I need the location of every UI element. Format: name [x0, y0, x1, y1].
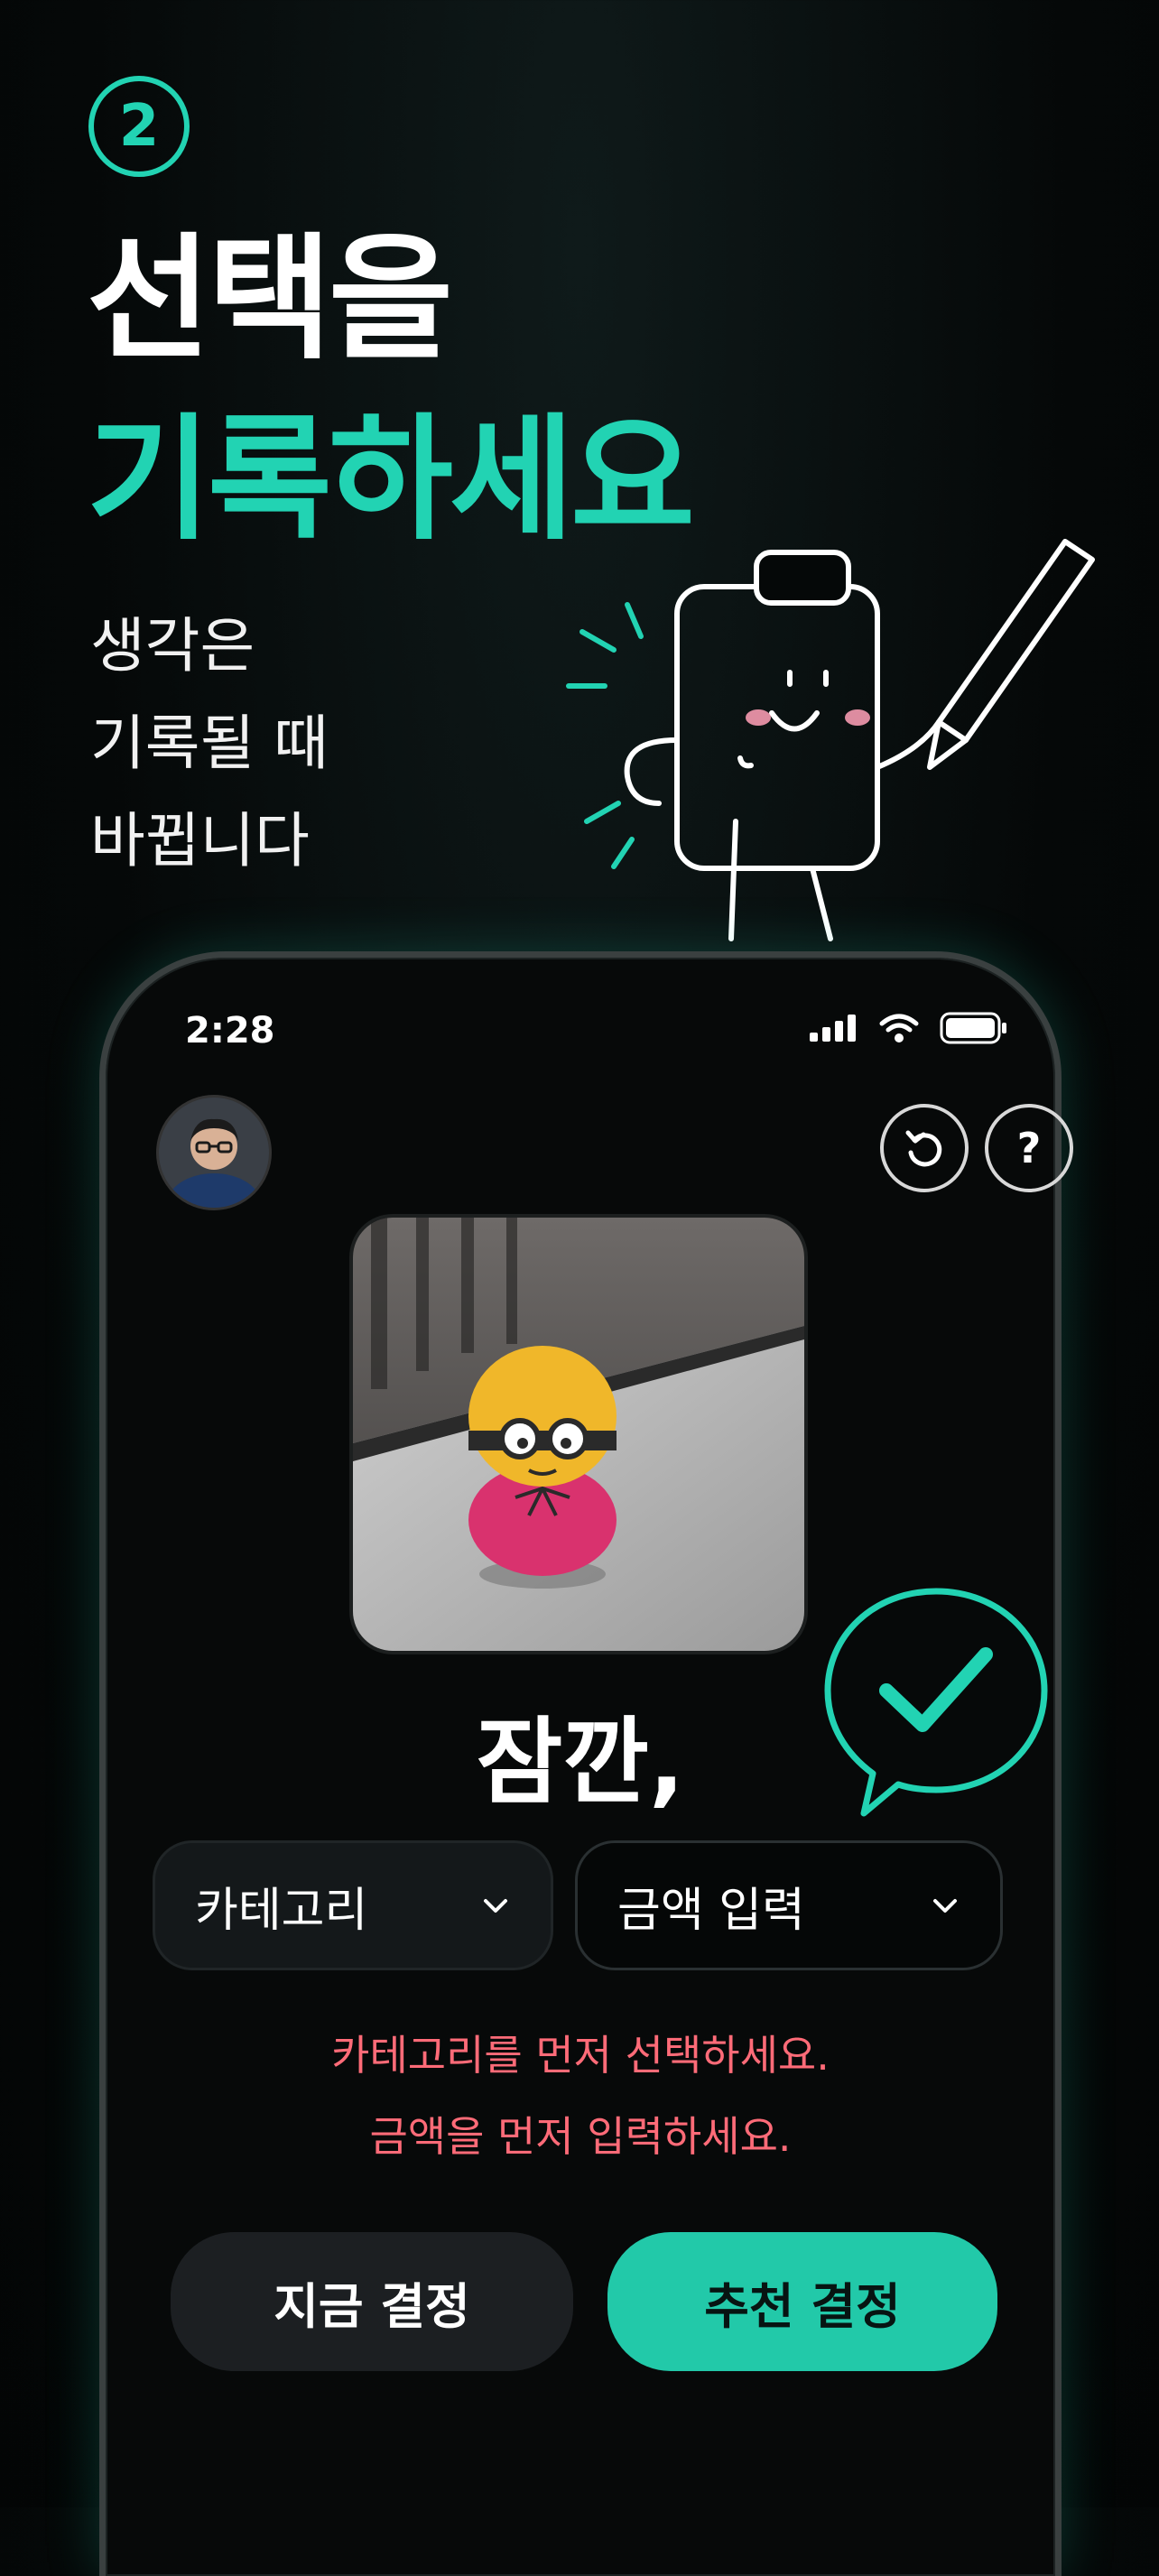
wifi-icon: [879, 1014, 919, 1042]
subtitle-line-2: 기록될 때: [90, 709, 329, 778]
signal-icon: [810, 1015, 856, 1042]
checkmark-speech-bubble-icon: [824, 1588, 1048, 1817]
item-photo: [349, 1214, 808, 1654]
headline: 선택을 기록하세요: [87, 209, 695, 570]
step-number-badge: 2: [88, 76, 190, 177]
avatar[interactable]: [156, 1095, 272, 1210]
category-select[interactable]: 카테고리: [153, 1840, 553, 1970]
subtitle-line-1: 생각은: [90, 611, 255, 681]
category-error-message: 카테고리를 먼저 선택하세요.: [331, 2031, 830, 2080]
help-button[interactable]: ?: [985, 1104, 1073, 1192]
headline-line-1: 선택을: [87, 221, 453, 378]
amount-error-message: 금액을 먼저 입력하세요.: [369, 2112, 792, 2161]
chevron-down-icon: [484, 1899, 507, 1913]
status-time: 2:28: [185, 1010, 275, 1052]
amount-select-label: 금액 입력: [617, 1883, 805, 1938]
phone-frame: 2:28 ? 잠깐, 카테고리 금액 입력 카테고리를 먼저 선택하세요. 금액…: [99, 951, 1073, 2576]
undo-icon: [905, 1130, 942, 1167]
category-select-label: 카테고리: [195, 1883, 368, 1938]
help-icon: ?: [1016, 1124, 1042, 1172]
user-avatar-icon: [159, 1098, 269, 1208]
doll-photo-image: [353, 1218, 804, 1651]
chevron-down-icon: [933, 1899, 957, 1913]
battery-icon: [940, 1012, 1006, 1044]
subtitle: 생각은 기록될 때 바뀝니다: [90, 598, 329, 890]
status-icons: [810, 1012, 1008, 1044]
decide-now-button[interactable]: 지금 결정: [171, 2232, 573, 2371]
amount-select[interactable]: 금액 입력: [575, 1840, 1003, 1970]
clipboard-mascot-illustration: [566, 539, 1095, 941]
subtitle-line-3: 바뀝니다: [90, 806, 310, 876]
recommend-decision-button[interactable]: 추천 결정: [607, 2232, 997, 2371]
undo-button[interactable]: [880, 1104, 969, 1192]
